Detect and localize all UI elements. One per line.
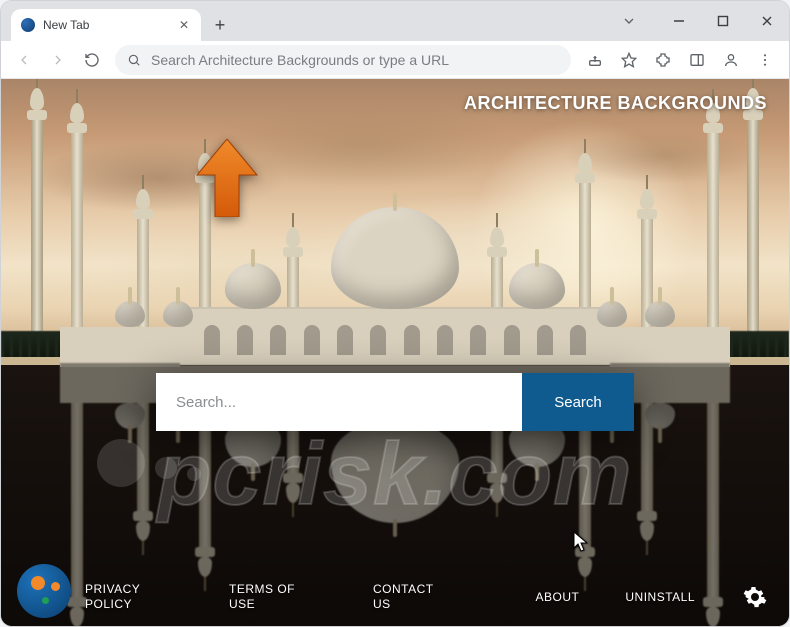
bookmark-icon[interactable] [613, 45, 645, 75]
minaret-icon [31, 116, 43, 360]
page-search-button[interactable]: Search [522, 373, 634, 431]
footer-links: PRIVACY POLICY TERMS OF USE CONTACT US [85, 582, 453, 612]
omnibox-input[interactable] [151, 52, 559, 68]
new-tab-button[interactable]: + [207, 12, 233, 38]
browser-tab[interactable]: New Tab ✕ [11, 9, 201, 41]
footer-link-terms[interactable]: TERMS OF USE [229, 582, 309, 612]
share-icon[interactable] [579, 45, 611, 75]
extensions-icon[interactable] [647, 45, 679, 75]
background-scene [1, 79, 789, 627]
nav-forward-button[interactable] [43, 45, 73, 75]
search-icon [127, 53, 141, 67]
sidepanel-icon[interactable] [681, 45, 713, 75]
omnibox[interactable] [115, 45, 571, 75]
footer-link-contact[interactable]: CONTACT US [373, 582, 453, 612]
tab-chevron-icon[interactable] [613, 1, 645, 41]
toolbar-right [579, 45, 781, 75]
page-search-input[interactable] [156, 373, 522, 431]
cursor-icon [573, 531, 589, 553]
tab-close-icon[interactable]: ✕ [177, 18, 191, 32]
page-title: ARCHITECTURE BACKGROUNDS [464, 93, 767, 114]
nav-reload-button[interactable] [77, 45, 107, 75]
window-maximize-button[interactable] [701, 1, 745, 41]
footer-right: ABOUT UNINSTALL [536, 583, 769, 611]
footer: PRIVACY POLICY TERMS OF USE CONTACT US A… [1, 566, 789, 627]
toolbar [1, 41, 789, 79]
window-controls [657, 1, 789, 41]
page-search: Search [156, 373, 634, 431]
minaret-icon [747, 116, 759, 360]
page-viewport: ARCHITECTURE BACKGROUNDS Search pcrisk.c… [1, 79, 789, 627]
footer-link-privacy[interactable]: PRIVACY POLICY [85, 582, 165, 612]
window-close-button[interactable] [745, 1, 789, 41]
settings-gear-icon[interactable] [741, 583, 769, 611]
tab-favicon [21, 18, 35, 32]
titlebar: New Tab ✕ + [1, 1, 789, 41]
footer-link-about[interactable]: ABOUT [536, 590, 580, 604]
nav-back-button[interactable] [9, 45, 39, 75]
annotation-arrow-icon [195, 139, 259, 217]
window-minimize-button[interactable] [657, 1, 701, 41]
menu-kebab-icon[interactable] [749, 45, 781, 75]
extension-badge-icon[interactable] [17, 564, 71, 618]
footer-link-uninstall[interactable]: UNINSTALL [625, 590, 695, 604]
tab-title: New Tab [43, 18, 169, 32]
mosque [75, 175, 715, 365]
profile-avatar[interactable] [715, 45, 747, 75]
browser-window: New Tab ✕ + [0, 0, 790, 627]
